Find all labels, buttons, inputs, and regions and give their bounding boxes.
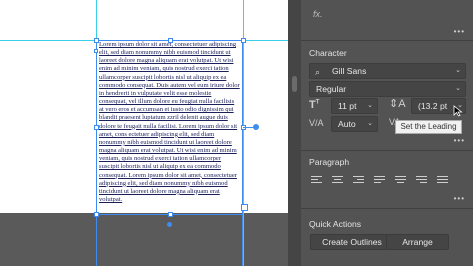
handle-bottom-left[interactable]: [94, 212, 99, 217]
create-outlines-button[interactable]: Create Outlines: [310, 234, 394, 250]
text-frame[interactable]: Lorem ipsum dolor sit amet, consectetuer…: [96, 40, 243, 215]
kerning-icon: V/A: [309, 118, 324, 128]
arrange-button[interactable]: Arrange: [386, 234, 449, 250]
justify-left-icon[interactable]: [374, 176, 385, 186]
handle-top-left[interactable]: [94, 38, 99, 43]
body-text[interactable]: Lorem ipsum dolor sit amet, consectetuer…: [97, 41, 242, 204]
leading-value: (13.2 pt: [418, 101, 448, 111]
character-title: Character: [309, 48, 347, 58]
leading-icon: ⇕A: [389, 98, 406, 110]
appearance-more-icon[interactable]: •••: [454, 27, 465, 36]
chevron-down-icon[interactable]: ⌄: [455, 64, 461, 78]
handle-bottom-center[interactable]: [168, 212, 173, 217]
baseline-dot[interactable]: [167, 222, 172, 227]
divider-1: [301, 40, 473, 41]
font-style-field[interactable]: Regular ⌄: [309, 81, 466, 97]
chevron-down-icon[interactable]: ⌄: [367, 99, 373, 113]
fx-icon[interactable]: fx.: [313, 9, 323, 19]
mouse-cursor-icon: [453, 105, 463, 117]
character-more-icon[interactable]: •••: [454, 136, 465, 145]
font-size-icon: TT: [309, 99, 320, 111]
kerning-value: Auto: [338, 119, 356, 129]
scrollbar-thumb[interactable]: [292, 76, 297, 92]
canvas-scrollbar[interactable]: [288, 0, 301, 266]
align-right-icon[interactable]: [353, 176, 364, 186]
font-style-value: Regular: [316, 84, 347, 94]
align-left-icon[interactable]: [311, 176, 322, 186]
font-search-icon: ⌕: [315, 67, 321, 77]
justify-right-icon[interactable]: [416, 176, 427, 186]
justify-all-icon[interactable]: [437, 176, 448, 186]
align-center-icon[interactable]: [332, 176, 343, 186]
quick-actions-title: Quick Actions: [309, 219, 362, 229]
handle-middle-left[interactable]: [94, 125, 99, 130]
paragraph-title: Paragraph: [309, 157, 350, 167]
font-size-field[interactable]: 11 pt ⌄: [331, 98, 378, 114]
paragraph-more-icon[interactable]: •••: [454, 194, 465, 203]
kerning-field[interactable]: Auto ⌄: [331, 116, 378, 132]
in-port[interactable]: [94, 49, 98, 53]
document-canvas[interactable]: Lorem ipsum dolor sit amet, consectetuer…: [0, 0, 288, 266]
divider-2: [301, 150, 473, 151]
font-family-field[interactable]: ⌕ Gill Sans ⌄: [309, 63, 466, 79]
tooltip: Set the Leading: [395, 120, 462, 134]
justify-center-icon[interactable]: [395, 176, 406, 186]
divider-3: [301, 208, 473, 209]
chevron-down-icon[interactable]: ⌄: [367, 117, 373, 131]
font-family-value: Gill Sans: [332, 66, 367, 76]
handle-top-center[interactable]: [168, 38, 173, 43]
connector-dot[interactable]: [253, 124, 259, 130]
overflow-port[interactable]: [241, 204, 248, 211]
font-size-value: 11 pt: [338, 101, 357, 111]
handle-top-right[interactable]: [241, 38, 246, 43]
chevron-down-icon[interactable]: ⌄: [455, 82, 461, 96]
